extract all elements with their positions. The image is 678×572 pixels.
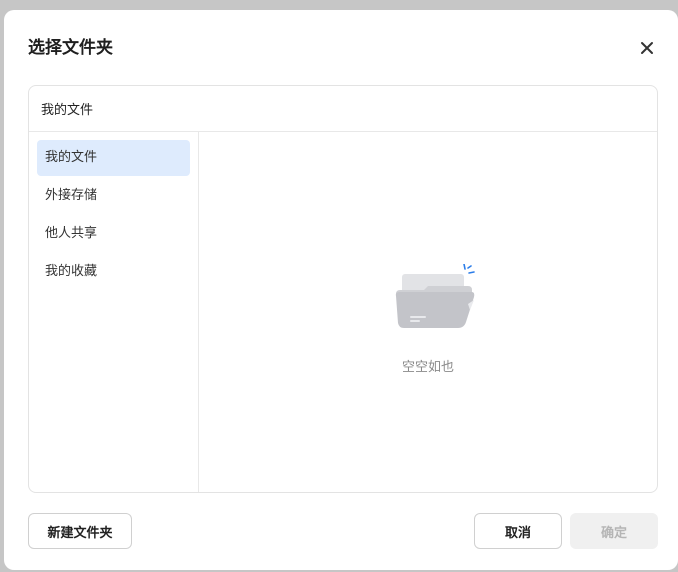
new-folder-button[interactable]: 新建文件夹 xyxy=(28,513,132,549)
cancel-button[interactable]: 取消 xyxy=(474,513,562,549)
sidebar-item-my-files[interactable]: 我的文件 xyxy=(37,140,190,176)
sidebar-item-external-storage[interactable]: 外接存储 xyxy=(37,178,190,214)
sidebar: 我的文件 外接存储 他人共享 我的收藏 xyxy=(29,132,199,492)
close-icon xyxy=(641,42,653,54)
dialog-title: 选择文件夹 xyxy=(28,38,113,58)
folder-content-area: 空空如也 xyxy=(199,132,657,492)
sidebar-item-shared-with-me[interactable]: 他人共享 xyxy=(37,216,190,252)
breadcrumb-current[interactable]: 我的文件 xyxy=(41,99,93,118)
confirm-button[interactable]: 确定 xyxy=(570,513,658,549)
empty-folder-icon xyxy=(395,264,475,328)
panel-body: 我的文件 外接存储 他人共享 我的收藏 空空如也 xyxy=(29,132,657,492)
select-folder-dialog: 选择文件夹 我的文件 我的文件 外接存储 他人共享 我的收藏 空空如也 新建文件… xyxy=(4,10,678,570)
breadcrumb: 我的文件 xyxy=(29,86,657,132)
folder-browser-panel: 我的文件 我的文件 外接存储 他人共享 我的收藏 空空如也 xyxy=(28,85,658,493)
close-button[interactable] xyxy=(634,35,660,61)
sidebar-item-favorites[interactable]: 我的收藏 xyxy=(37,254,190,290)
empty-state-text: 空空如也 xyxy=(401,360,454,375)
